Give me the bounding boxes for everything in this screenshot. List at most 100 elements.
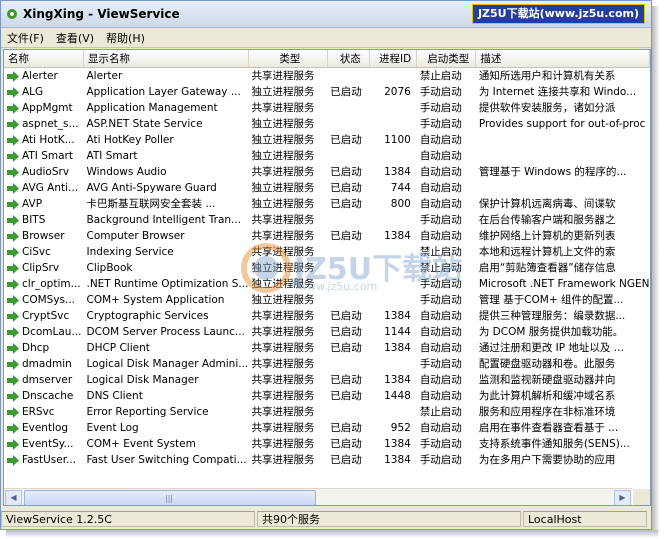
column-header-startup[interactable]: 启动类型: [416, 50, 477, 68]
cell-name: CiSvc: [4, 244, 83, 260]
table-row[interactable]: clr_optim... .NET Runtime Optimization S.…: [4, 276, 650, 292]
service-name-label: AVP: [22, 198, 43, 210]
column-header-description[interactable]: 描述: [475, 50, 650, 68]
table-row[interactable]: Alerter Alerter 共享进程服务 禁止启动 通知所选用户和计算机有关系: [4, 68, 650, 85]
table-row[interactable]: DcomLau... DCOM Server Process Launc... 共享…: [4, 324, 650, 340]
scroll-right-arrow-icon[interactable]: ▶: [614, 490, 631, 505]
cell-status: 已启动: [330, 134, 362, 146]
table-row[interactable]: Dhcp DHCP Client 共享进程服务 已启动 1384 自动启动 通过注册和更改 …: [4, 340, 650, 356]
green-arrow-gear-icon: [7, 134, 19, 146]
cell-status: 已启动: [330, 198, 362, 210]
cell-startup: 手动启动: [419, 294, 462, 306]
cell-name: AVP: [4, 196, 83, 212]
cell-name: clr_optim...: [4, 276, 83, 292]
table-row[interactable]: AVG Anti... AVG Anti-Spyware Guard 独立进程服务 已…: [4, 180, 650, 196]
cell-type: 共享进程服务: [251, 230, 315, 242]
cell-description: 管理 基于COM+ 组件的配置...: [478, 294, 624, 306]
cell-pid: 1384: [384, 454, 411, 466]
cell-description: 为此计算机解析和缓冲域名系: [478, 390, 616, 402]
table-row[interactable]: ERSvc Error Reporting Service 共享进程服务 禁止启动 服务…: [4, 404, 650, 420]
gear-app-icon: [7, 9, 17, 19]
cell-type: 独立进程服务: [251, 86, 315, 98]
cell-type: 共享进程服务: [251, 438, 315, 450]
service-name-label: AppMgmt: [22, 102, 73, 114]
cell-display-name: DCOM Server Process Launc...: [86, 326, 245, 338]
column-header-status[interactable]: 状态: [327, 50, 370, 68]
table-row[interactable]: AVP 卡巴斯基互联网安全套装 ... 独立进程服务 已启动 800 自动启动 保护计算机远…: [4, 196, 650, 212]
menu-view[interactable]: 查看(V): [50, 30, 100, 46]
cell-name: Dhcp: [4, 340, 83, 356]
table-row[interactable]: ClipSrv ClipBook 独立进程服务 禁止启动 启用“剪贴簿查看器”储存信息: [4, 260, 650, 276]
cell-type: 独立进程服务: [251, 198, 315, 210]
table-row[interactable]: COMSys... COM+ System Application 独立进程服务 手动…: [4, 292, 650, 308]
table-row[interactable]: CiSvc Indexing Service 共享进程服务 禁止启动 本地和远程计算机上…: [4, 244, 650, 260]
status-machine: LocalHost: [523, 511, 647, 527]
table-row[interactable]: AppMgmt Application Management 共享进程服务 手动启动 提…: [4, 100, 650, 116]
horizontal-scrollbar[interactable]: ◀ ||| ▶: [4, 488, 632, 505]
table-row[interactable]: AudioSrv Windows Audio 共享进程服务 已启动 1384 自动启动 管理…: [4, 164, 650, 180]
cell-description: [476, 180, 650, 196]
table-row[interactable]: aspnet_s... ASP.NET State Service 独立进程服务 手动…: [4, 116, 650, 132]
table-row[interactable]: FastUser... Fast User Switching Compati..…: [4, 452, 650, 468]
cell-description: 为在多用户下需要协助的应用: [478, 454, 616, 466]
table-row[interactable]: CryptSvc Cryptographic Services 共享进程服务 已启动 1…: [4, 308, 650, 324]
cell-type: 共享进程服务: [251, 390, 315, 402]
cell-type: 共享进程服务: [251, 214, 315, 226]
table-row[interactable]: Dnscache DNS Client 共享进程服务 已启动 1448 自动启动 为此计算机…: [4, 388, 650, 404]
cell-pid: 1448: [384, 390, 411, 402]
cell-status: 已启动: [330, 438, 362, 450]
column-header-display-name[interactable]: 显示名称: [83, 50, 249, 68]
green-arrow-gear-icon: [7, 438, 19, 450]
cell-type: 共享进程服务: [251, 70, 315, 82]
service-name-label: EventSy...: [22, 438, 74, 450]
table-row[interactable]: Browser Computer Browser 共享进程服务 已启动 1384 自动启动…: [4, 228, 650, 244]
cell-name: ClipSrv: [4, 260, 83, 276]
scroll-left-arrow-icon[interactable]: ◀: [5, 490, 22, 505]
table-row[interactable]: EventSy... COM+ Event System 共享进程服务 已启动 1384…: [4, 436, 650, 452]
table-row[interactable]: dmserver Logical Disk Manager 共享进程服务 已启动 138…: [4, 372, 650, 388]
cell-name: FastUser...: [4, 452, 83, 468]
cell-type: 独立进程服务: [251, 182, 315, 194]
status-app-version: ViewService 1.2.5C: [1, 511, 255, 527]
title-bar[interactable]: XingXing - ViewService JZ5U下载站(www.jz5u.…: [1, 1, 651, 28]
table-row[interactable]: dmadmin Logical Disk Manager Admini... 共享进…: [4, 356, 650, 372]
cell-type: 独立进程服务: [251, 262, 315, 274]
cell-type: 共享进程服务: [251, 374, 315, 386]
cell-name: AppMgmt: [4, 100, 83, 116]
cell-startup: 手动启动: [419, 358, 462, 370]
cell-display-name: Error Reporting Service: [86, 406, 209, 418]
cell-type: 共享进程服务: [251, 310, 315, 322]
menu-help[interactable]: 帮助(H): [100, 30, 151, 46]
cell-pid: [369, 356, 416, 372]
scrollbar-thumb[interactable]: |||: [24, 490, 316, 505]
table-row[interactable]: ALG Application Layer Gateway ... 独立进程服务 已启…: [4, 84, 650, 100]
service-table: 名称 显示名称 类型 状态 进程ID 启动类型 描述 Alerter Alerte…: [4, 50, 650, 468]
cell-display-name: Logical Disk Manager: [86, 374, 199, 386]
cell-status: [327, 244, 369, 260]
menu-file[interactable]: 文件(F): [1, 30, 50, 46]
service-name-label: Browser: [22, 230, 65, 242]
cell-status: 已启动: [330, 422, 362, 434]
cell-pid: 1384: [384, 374, 411, 386]
cell-description: 为 Internet 连接共享和 Windo...: [478, 86, 637, 98]
column-header-pid[interactable]: 进程ID: [369, 50, 418, 68]
column-header-type[interactable]: 类型: [248, 50, 328, 68]
cell-display-name: ASP.NET State Service: [86, 118, 203, 130]
table-row[interactable]: ATI Smart ATI Smart 独立进程服务 自动启动: [4, 148, 650, 164]
cell-description: [476, 148, 650, 164]
cell-status: 已启动: [330, 230, 362, 242]
table-row[interactable]: Eventlog Event Log 共享进程服务 已启动 952 自动启动 启用在事件查看…: [4, 420, 650, 436]
cell-pid: 744: [390, 182, 411, 194]
cell-startup: 手动启动: [419, 438, 462, 450]
cell-name: ALG: [4, 84, 83, 100]
service-list[interactable]: 名称 显示名称 类型 状态 进程ID 启动类型 描述 Alerter Alerte…: [3, 49, 651, 506]
cell-status: 已启动: [330, 374, 362, 386]
table-row[interactable]: Ati HotK... Ati HotKey Poller 独立进程服务 已启动 110…: [4, 132, 650, 148]
column-header-name[interactable]: 名称: [4, 50, 84, 68]
cell-startup: 自动启动: [419, 342, 462, 354]
table-row[interactable]: BITS Background Intelligent Tran... 共享进程服务…: [4, 212, 650, 228]
cell-pid: 1144: [384, 326, 411, 338]
cell-display-name: Background Intelligent Tran...: [86, 214, 242, 226]
cell-startup: 手动启动: [419, 102, 462, 114]
cell-description: 启用“剪贴簿查看器”储存信息: [478, 262, 616, 274]
